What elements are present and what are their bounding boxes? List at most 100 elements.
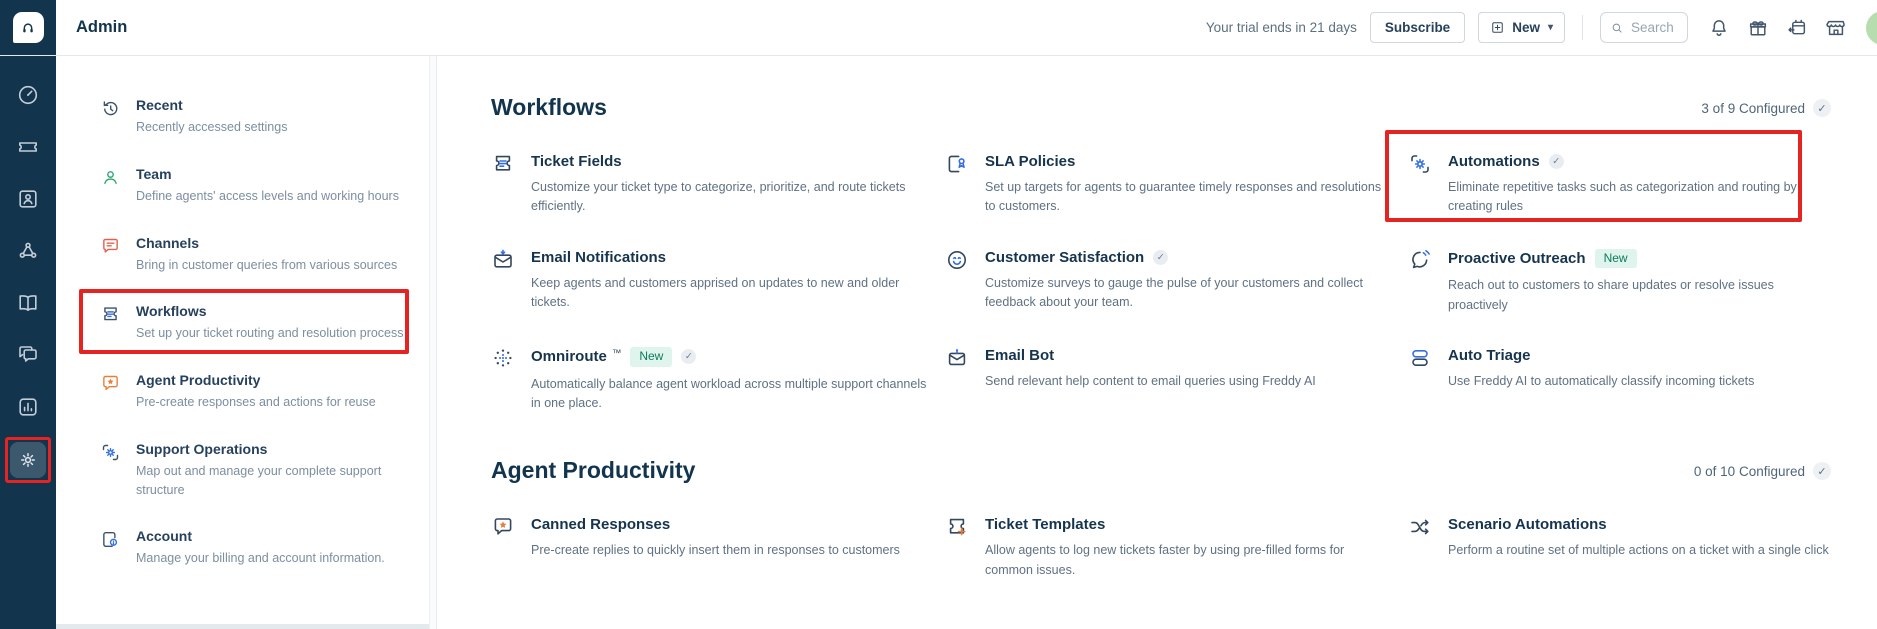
search-input[interactable] (1631, 20, 1679, 35)
sidebar-item-description: Bring in customer queries from various s… (136, 256, 397, 275)
card-title: Omniroute (531, 348, 607, 365)
card-scenario-automations[interactable]: Scenario Automations Perform a routine s… (1408, 516, 1831, 580)
admin-gear-icon[interactable] (10, 442, 46, 478)
card-title: Customer Satisfaction (985, 249, 1144, 266)
card-description: Set up targets for agents to guarantee t… (985, 178, 1387, 217)
card-customer-satisfaction[interactable]: Customer Satisfaction ✓ Customize survey… (945, 249, 1408, 315)
sidebar-item-description: Pre-create responses and actions for reu… (136, 393, 376, 412)
ticket-fields-icon (491, 152, 515, 176)
subscribe-button[interactable]: Subscribe (1370, 12, 1465, 43)
channels-icon (100, 236, 121, 257)
agent-productivity-card-grid: Canned Responses Pre-create replies to q… (491, 516, 1831, 580)
card-omniroute[interactable]: Omniroute ™ New ✓ Automatically balance … (491, 347, 945, 413)
card-title: SLA Policies (985, 153, 1075, 170)
check-circle-icon: ✓ (1813, 462, 1831, 480)
card-title: Email Notifications (531, 249, 666, 266)
topbar-divider (1582, 15, 1583, 40)
sidebar-scrollbar-horizontal[interactable] (56, 624, 429, 629)
card-auto-triage[interactable]: Auto Triage Use Freddy AI to automatical… (1408, 347, 1831, 413)
card-ticket-templates[interactable]: Ticket Templates Allow agents to log new… (945, 516, 1408, 580)
support-operations-icon (100, 442, 121, 463)
customer-satisfaction-icon (945, 248, 969, 272)
sidebar-item-agent-productivity[interactable]: Agent Productivity Pre-create responses … (100, 372, 436, 412)
day-pass-icon[interactable] (1786, 17, 1808, 39)
card-description: Perform a routine set of multiple action… (1448, 541, 1829, 560)
sidebar-item-workflows[interactable]: Workflows Set up your ticket routing and… (100, 303, 436, 343)
chevron-down-icon: ▾ (1548, 22, 1553, 33)
workflows-card-grid: Ticket Fields Customize your ticket type… (491, 153, 1831, 413)
card-ticket-fields[interactable]: Ticket Fields Customize your ticket type… (491, 153, 945, 217)
sidebar-item-account[interactable]: Account Manage your billing and account … (100, 528, 436, 568)
solutions-icon[interactable] (16, 291, 40, 315)
card-title: Auto Triage (1448, 347, 1531, 364)
canned-responses-icon (491, 515, 515, 539)
card-title: Email Bot (985, 347, 1054, 364)
sidebar-item-description: Recently accessed settings (136, 118, 287, 137)
sidebar-item-channels[interactable]: Channels Bring in customer queries from … (100, 235, 436, 275)
card-description: Keep agents and customers apprised on up… (531, 274, 933, 313)
sidebar-item-label: Recent (136, 97, 287, 113)
card-automations[interactable]: Automations ✓ Eliminate repetitive tasks… (1408, 153, 1831, 217)
agent-productivity-icon (100, 373, 121, 394)
card-title: Ticket Templates (985, 516, 1105, 533)
tickets-icon[interactable] (16, 135, 40, 159)
card-description: Automatically balance agent workload acr… (531, 375, 933, 414)
card-title: Ticket Fields (531, 153, 622, 170)
bell-icon[interactable] (1708, 17, 1730, 39)
card-title: Scenario Automations (1448, 516, 1607, 533)
sidebar-item-description: Manage your billing and account informat… (136, 549, 385, 568)
sidebar-item-label: Team (136, 166, 399, 182)
forums-icon[interactable] (16, 343, 40, 367)
sidebar-item-description: Map out and manage your complete support… (136, 462, 388, 500)
sidebar-item-label: Channels (136, 235, 397, 251)
card-sla-policies[interactable]: SLA Policies Set up targets for agents t… (945, 153, 1408, 217)
section-header-workflows: Workflows 3 of 9 Configured ✓ (491, 94, 1831, 121)
scenario-automations-icon (1408, 515, 1432, 539)
configured-check-icon: ✓ (681, 349, 696, 364)
freshdesk-logo[interactable] (0, 0, 56, 56)
configured-count: 0 of 10 Configured (1694, 464, 1805, 479)
sidebar-scrollbar-vertical[interactable] (429, 56, 436, 629)
trial-banner: Your trial ends in 21 days (1206, 20, 1357, 35)
new-button[interactable]: New ▾ (1478, 12, 1565, 43)
sidebar-item-label: Agent Productivity (136, 372, 376, 388)
check-circle-icon: ✓ (1813, 99, 1831, 117)
contacts-icon[interactable] (16, 187, 40, 211)
card-description: Eliminate repetitive tasks such as categ… (1448, 178, 1831, 217)
card-description: Send relevant help content to email quer… (985, 372, 1316, 391)
sla-policies-icon (945, 152, 969, 176)
dashboard-icon[interactable] (16, 83, 40, 107)
card-proactive-outreach[interactable]: Proactive Outreach New Reach out to cust… (1408, 249, 1831, 315)
social-icon[interactable] (16, 239, 40, 263)
analytics-icon[interactable] (16, 395, 40, 419)
configured-status: 3 of 9 Configured ✓ (1701, 99, 1831, 121)
configured-status: 0 of 10 Configured ✓ (1694, 462, 1831, 484)
sidebar-item-description: Define agents' access levels and working… (136, 187, 399, 206)
sidebar-item-team[interactable]: Team Define agents' access levels and wo… (100, 166, 436, 206)
section-title: Workflows (491, 94, 607, 121)
avatar[interactable] (1866, 11, 1877, 45)
card-email-notifications[interactable]: Email Notifications Keep agents and cust… (491, 249, 945, 315)
sidebar-item-recent[interactable]: Recent Recently accessed settings (100, 97, 436, 137)
card-canned-responses[interactable]: Canned Responses Pre-create replies to q… (491, 516, 945, 580)
gift-icon[interactable] (1747, 17, 1769, 39)
search-box[interactable] (1600, 12, 1688, 43)
top-bar: Admin Your trial ends in 21 days Subscri… (0, 0, 1877, 56)
annotation-box-admin-gear (5, 437, 51, 483)
main-content: Workflows 3 of 9 Configured ✓ Ticket Fie… (437, 56, 1877, 629)
section-header-agent-productivity: Agent Productivity 0 of 10 Configured ✓ (491, 457, 1831, 484)
marketplace-icon[interactable] (1825, 17, 1847, 39)
topbar-icons (1708, 17, 1847, 39)
card-description: Allow agents to log new tickets faster b… (985, 541, 1387, 580)
new-button-label: New (1512, 20, 1540, 35)
configured-check-icon: ✓ (1549, 154, 1564, 169)
trademark-mark: ™ (612, 348, 622, 359)
configured-count: 3 of 9 Configured (1701, 101, 1805, 116)
email-notifications-icon (491, 248, 515, 272)
sidebar-item-support-operations[interactable]: Support Operations Map out and manage yo… (100, 441, 436, 500)
card-description: Customize your ticket type to categorize… (531, 178, 933, 217)
card-email-bot[interactable]: Email Bot Send relevant help content to … (945, 347, 1408, 413)
admin-page: Admin Your trial ends in 21 days Subscri… (0, 0, 1877, 629)
card-title: Automations (1448, 153, 1540, 170)
ticket-templates-icon (945, 515, 969, 539)
